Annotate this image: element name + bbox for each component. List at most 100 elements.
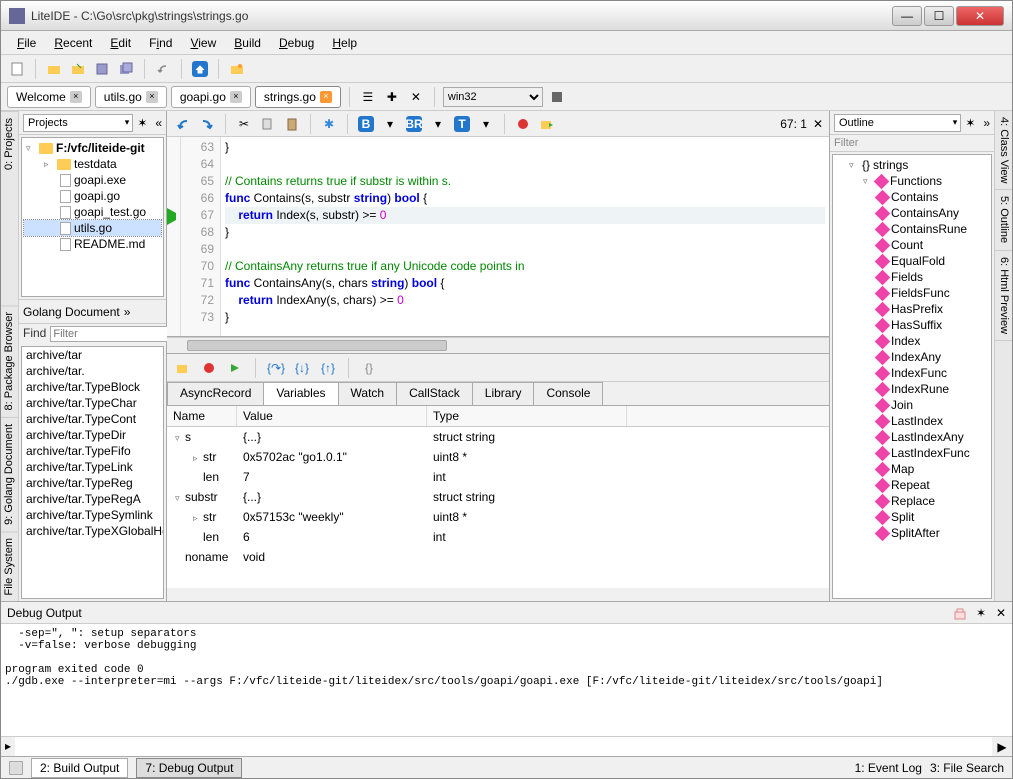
build-button[interactable]: B [356, 114, 376, 134]
outline-func[interactable]: HasSuffix [835, 317, 989, 333]
edge-tab-file-system[interactable]: File System [1, 531, 18, 601]
code-editor[interactable]: 6364656667686970717273 }// Contains retu… [167, 137, 829, 337]
outline-func[interactable]: Repeat [835, 477, 989, 493]
debug-stop-record-button[interactable] [199, 358, 219, 378]
open-folder-button[interactable] [68, 59, 88, 79]
doc-list-item[interactable]: archive/tar.TypeDir [22, 427, 163, 443]
close-icon[interactable]: ✕ [996, 606, 1006, 620]
outline-combo[interactable]: Outline [834, 114, 961, 132]
tab-strings[interactable]: strings.go× [255, 86, 341, 108]
doc-list-item[interactable]: archive/tar.TypeXGlobalHeader [22, 523, 163, 539]
outline-func[interactable]: Count [835, 237, 989, 253]
editor-h-scrollbar[interactable] [167, 337, 829, 353]
outline-func[interactable]: Replace [835, 493, 989, 509]
variable-row[interactable]: ▹str0x5702ac "go1.0.1"uint8 * [167, 447, 829, 467]
outline-func[interactable]: LastIndexAny [835, 429, 989, 445]
gear-icon[interactable]: ✶ [137, 116, 151, 130]
variable-row[interactable]: ▿s{...}struct string [167, 427, 829, 447]
open-button[interactable] [44, 59, 64, 79]
doc-list-item[interactable]: archive/tar. [22, 363, 163, 379]
close-icon[interactable]: × [230, 91, 242, 103]
doc-list-item[interactable]: archive/tar [22, 347, 163, 363]
outline-func[interactable]: LastIndex [835, 413, 989, 429]
projects-combo[interactable]: Projects [23, 114, 133, 132]
project-tree[interactable]: ▿F:/vfc/liteide-git ▹testdata goapi.exe … [21, 137, 164, 297]
variable-row[interactable]: ▹str0x57153c "weekly"uint8 * [167, 507, 829, 527]
outline-func[interactable]: Split [835, 509, 989, 525]
status-build-output[interactable]: 2: Build Output [31, 758, 128, 778]
collapse-icon[interactable]: « [155, 116, 162, 130]
doc-list-item[interactable]: archive/tar.TypeFifo [22, 443, 163, 459]
expand-icon[interactable]: » [124, 305, 131, 319]
doc-list-item[interactable]: archive/tar.TypeReg [22, 475, 163, 491]
build-run-dropdown[interactable]: ▾ [428, 114, 448, 134]
debug-start-button[interactable] [173, 358, 193, 378]
outline-func[interactable]: ContainsRune [835, 221, 989, 237]
run-button[interactable] [537, 114, 557, 134]
tree-item[interactable]: goapi.go [24, 188, 161, 204]
save-all-button[interactable] [116, 59, 136, 79]
debug-input[interactable] [15, 737, 992, 756]
collapse-icon[interactable]: » [983, 116, 990, 130]
save-button[interactable] [92, 59, 112, 79]
build-dropdown[interactable]: ▾ [380, 114, 400, 134]
gear-icon[interactable]: ✶ [965, 116, 979, 130]
minimize-button[interactable]: — [892, 6, 922, 26]
tab-list-button[interactable]: ☰ [358, 87, 378, 107]
menu-find[interactable]: Find [141, 34, 180, 52]
outline-func[interactable]: IndexRune [835, 381, 989, 397]
outline-func[interactable]: FieldsFunc [835, 285, 989, 301]
undo-button[interactable] [173, 114, 193, 134]
tree-item[interactable]: ▹testdata [24, 156, 161, 172]
tree-item[interactable]: goapi_test.go [24, 204, 161, 220]
edge-tab-html-preview[interactable]: 6: Html Preview [995, 251, 1012, 341]
tab-goapi[interactable]: goapi.go× [171, 86, 251, 108]
tree-item[interactable]: README.md [24, 236, 161, 252]
outline-tree[interactable]: ▿{} strings ▿Functions ContainsContainsA… [832, 154, 992, 599]
maximize-button[interactable]: ☐ [924, 6, 954, 26]
outline-filter[interactable]: Filter [830, 135, 994, 152]
close-button[interactable]: ✕ [956, 6, 1004, 26]
home-button[interactable] [190, 59, 210, 79]
outline-func[interactable]: Contains [835, 189, 989, 205]
tab-utils[interactable]: utils.go× [95, 86, 167, 108]
edge-tab-golang-document[interactable]: 9: Golang Document [1, 417, 18, 531]
menu-debug[interactable]: Debug [271, 34, 322, 52]
record-button[interactable] [513, 114, 533, 134]
outline-func[interactable]: HasPrefix [835, 301, 989, 317]
tree-root[interactable]: ▿F:/vfc/liteide-git [24, 140, 161, 156]
menu-view[interactable]: View [182, 34, 224, 52]
doc-list-item[interactable]: archive/tar.TypeSymlink [22, 507, 163, 523]
outline-func[interactable]: Map [835, 461, 989, 477]
debug-tab-callstack[interactable]: CallStack [396, 382, 473, 405]
wizard-button[interactable] [227, 59, 247, 79]
gear-icon[interactable]: ✶ [976, 606, 990, 620]
tree-item[interactable]: utils.go [24, 220, 161, 236]
status-icon[interactable] [9, 761, 23, 775]
outline-func[interactable]: ContainsAny [835, 205, 989, 221]
debug-continue-button[interactable] [225, 358, 245, 378]
edge-tab-class-view[interactable]: 4: Class View [995, 111, 1012, 190]
outline-func[interactable]: IndexAny [835, 349, 989, 365]
step-out-button[interactable]: {↑} [318, 358, 338, 378]
debug-tab-library[interactable]: Library [472, 382, 535, 405]
variable-row[interactable]: len7int [167, 467, 829, 487]
cut-button[interactable]: ✂ [234, 114, 254, 134]
golang-doc-combo[interactable]: Golang Document [23, 305, 120, 319]
outline-func[interactable]: Index [835, 333, 989, 349]
debug-output-text[interactable]: -sep=", ": setup separators -v=false: ve… [1, 624, 1012, 736]
debug-tab-variables[interactable]: Variables [263, 382, 338, 405]
test-dropdown[interactable]: ▾ [476, 114, 496, 134]
outline-func[interactable]: EqualFold [835, 253, 989, 269]
step-instruction-button[interactable]: {} [359, 358, 379, 378]
edge-tab-outline[interactable]: 5: Outline [995, 190, 1012, 250]
menu-file[interactable]: File [9, 34, 44, 52]
tab-add-button[interactable]: ✚ [382, 87, 402, 107]
close-icon[interactable]: × [70, 91, 82, 103]
outline-func[interactable]: Fields [835, 269, 989, 285]
status-file-search[interactable]: 3: File Search [930, 761, 1004, 775]
doc-list-item[interactable]: archive/tar.TypeCont [22, 411, 163, 427]
settings-button[interactable]: ✱ [319, 114, 339, 134]
doc-list-item[interactable]: archive/tar.TypeRegA [22, 491, 163, 507]
send-button[interactable]: ▶ [992, 737, 1012, 757]
